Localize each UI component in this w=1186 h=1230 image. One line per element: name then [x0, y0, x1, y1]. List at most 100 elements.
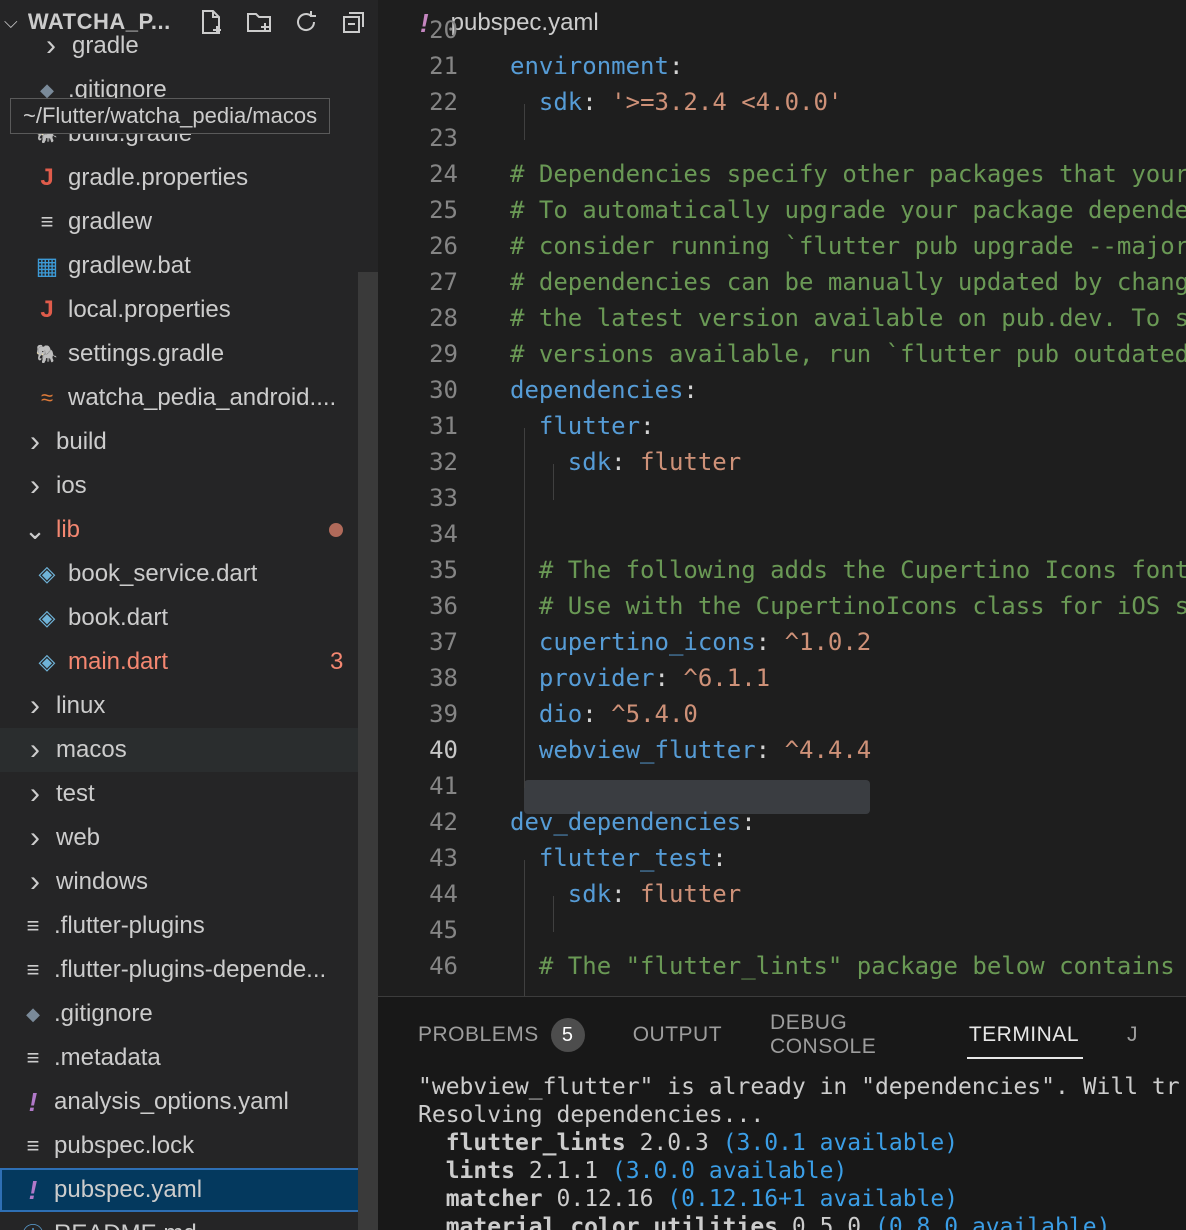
code-line[interactable]: 31 flutter: [378, 408, 1186, 444]
panel-tab-terminal[interactable]: TERMINAL [966, 1023, 1084, 1059]
code-line[interactable]: 40 webview_flutter: ^4.4.4 [378, 732, 1186, 768]
sidebar-scrollbar[interactable] [358, 272, 378, 1230]
code-line[interactable]: 37 cupertino_icons: ^1.0.2 [378, 624, 1186, 660]
code-line[interactable]: 23 [378, 120, 1186, 156]
package-name: flutter_lints [445, 1130, 626, 1156]
line-text: sdk: flutter [567, 448, 742, 476]
code-line[interactable]: 21 environment: [378, 48, 1186, 84]
code-line[interactable]: 25 # To automatically upgrade your packag… [378, 192, 1186, 228]
code-editor[interactable]: ! pubspec.yaml 20 21 environment: 22 sdk: '… [378, 0, 1186, 996]
tree-item-pubspec-lock[interactable]: ≡ pubspec.lock [0, 1124, 378, 1168]
code-line[interactable]: 41 [378, 768, 1186, 804]
line-text: # The "flutter_lints" package below cont… [538, 952, 1175, 980]
tree-item-label: windows [56, 868, 149, 895]
tree-item-pubspec-yaml[interactable]: ! pubspec.yaml [0, 1168, 378, 1212]
code-line[interactable]: 20 [378, 12, 1186, 48]
tree-item-settings-gradle[interactable]: 🐘 settings.gradle [0, 332, 378, 376]
tree-item-web[interactable]: › web [0, 816, 378, 860]
tree-item-lib[interactable]: ⌄ lib [0, 508, 378, 552]
tree-item-analysis-options-yaml[interactable]: ! analysis_options.yaml [0, 1080, 378, 1124]
line-text: # dependencies can be manually updated b… [510, 268, 1186, 296]
tree-item-label: web [56, 824, 101, 851]
available-version: (3.0.1 available) [722, 1130, 959, 1156]
rss-icon: ≈ [40, 385, 54, 410]
line-number: 26 [429, 232, 458, 260]
code-line[interactable]: 46 # The "flutter_lints" package below c… [378, 948, 1186, 984]
indent-guide [553, 896, 554, 932]
code-line[interactable]: 30 dependencies: [378, 372, 1186, 408]
package-name: matcher [445, 1186, 543, 1212]
tree-item-book-dart[interactable]: ◈ book.dart [0, 596, 378, 640]
chevron-right-icon: › [30, 733, 40, 766]
panel-tab-output[interactable]: OUTPUT [633, 1023, 722, 1047]
panel-tabs: PROBLEMS 5 OUTPUT DEBUG CONSOLE TERMINAL J [418, 1011, 1186, 1059]
code-line[interactable]: 33 [378, 480, 1186, 516]
line-text: dependencies: [510, 376, 698, 404]
yaml-icon: ! [28, 1086, 38, 1117]
tree-item-metadata[interactable]: ≡ .metadata [0, 1036, 378, 1080]
code-line[interactable]: 26 # consider running `flutter pub upgrad… [378, 228, 1186, 264]
code-line[interactable]: 35 # The following adds the Cupertino Ic… [378, 552, 1186, 588]
tree-item-gradle-properties[interactable]: Jgradle.properties [0, 156, 378, 200]
tree-item-flutter-plugins[interactable]: ≡ .flutter-plugins [0, 904, 378, 948]
code-line[interactable]: 34 [378, 516, 1186, 552]
line-number: 42 [429, 808, 458, 836]
code-line[interactable]: 43 flutter_test: [378, 840, 1186, 876]
explorer-sidebar: ⌵ WATCHA_P... ›gradle◆.gitignore🐘build.g… [0, 0, 378, 1230]
panel-tab-j[interactable]: J [1127, 1023, 1138, 1047]
code-line[interactable]: 45 [378, 912, 1186, 948]
line-text: # versions available, run `flutter pub o… [510, 340, 1186, 368]
panel-tab-problems[interactable]: PROBLEMS 5 [418, 1018, 585, 1052]
code-line[interactable]: 39 dio: ^5.4.0 [378, 696, 1186, 732]
tree-item-gitignore[interactable]: ◆ .gitignore [0, 992, 378, 1036]
tree-item-flutter-plugins-depende[interactable]: ≡ .flutter-plugins-depende... [0, 948, 378, 992]
tree-item-watcha-pedia-android[interactable]: ≈ watcha_pedia_android.... [0, 376, 378, 420]
code-line[interactable]: 38 provider: ^6.1.1 [378, 660, 1186, 696]
tree-item-main-dart[interactable]: ◈ main.dart 3 [0, 640, 378, 684]
tree-item-label: main.dart [68, 648, 169, 675]
terminal-output[interactable]: "webview_flutter" is already in "depende… [418, 1073, 1180, 1230]
panel-tab-label: OUTPUT [632, 1023, 723, 1046]
tree-item-label: book_service.dart [68, 560, 258, 587]
tree-item-build[interactable]: › build [0, 420, 378, 464]
tree-item-gradle[interactable]: › gradle [0, 24, 378, 68]
indent-guide [524, 428, 525, 788]
code-line[interactable]: 28 # the latest version available on pub.… [378, 300, 1186, 336]
code-line[interactable]: 29 # versions available, run `flutter pub… [378, 336, 1186, 372]
package-version: 2.0.3 [639, 1130, 709, 1156]
tree-item-gradlew-bat[interactable]: ▦ gradlew.bat [0, 244, 378, 288]
tree-item-linux[interactable]: › linux [0, 684, 378, 728]
code-line[interactable]: 36 # Use with the CupertinoIcons class f… [378, 588, 1186, 624]
code-line[interactable]: 27 # dependencies can be manually updated… [378, 264, 1186, 300]
tree-item-label: test [56, 780, 95, 807]
tree-item-readme-md[interactable]: ⓘ README.md [0, 1212, 378, 1230]
indent-guide [524, 104, 525, 140]
code-line[interactable]: 44 sdk: flutter [378, 876, 1186, 912]
line-number: 22 [429, 88, 458, 116]
line-number: 39 [429, 700, 458, 728]
tree-item-ios[interactable]: › ios [0, 464, 378, 508]
code-line[interactable]: 24 # Dependencies specify other packages … [378, 156, 1186, 192]
tree-item-label: README.md [54, 1220, 197, 1230]
tree-item-book-service-dart[interactable]: ◈ book_service.dart [0, 552, 378, 596]
tree-item-test[interactable]: › test [0, 772, 378, 816]
yaml-icon: ! [28, 1174, 38, 1205]
info-icon: ⓘ [18, 1218, 48, 1230]
tree-item-windows[interactable]: › windows [0, 860, 378, 904]
line-number: 45 [429, 916, 458, 944]
tree-item-macos[interactable]: › macos [0, 728, 378, 772]
tree-item-gradlew[interactable]: ≡ gradlew [0, 200, 378, 244]
panel-tab-debug-console[interactable]: DEBUG CONSOLE [770, 1011, 921, 1059]
code-line[interactable]: 32 sdk: flutter [378, 444, 1186, 480]
code-line[interactable]: 22 sdk: '>=3.2.4 <4.0.0' [378, 84, 1186, 120]
terminal-line: material_color_utilities 0.5.0 (0.8.0 av… [418, 1213, 1180, 1230]
line-number: 38 [429, 664, 458, 692]
line-number: 36 [429, 592, 458, 620]
panel-tab-label: DEBUG CONSOLE [770, 1011, 877, 1058]
line-number: 46 [429, 952, 458, 980]
tree-item-label: linux [56, 692, 106, 719]
code-line[interactable]: 42 dev_dependencies: [378, 804, 1186, 840]
tree-item-label: settings.gradle [68, 340, 225, 367]
available-version: (3.0.0 available) [611, 1158, 848, 1184]
tree-item-local-properties[interactable]: Jlocal.properties [0, 288, 378, 332]
